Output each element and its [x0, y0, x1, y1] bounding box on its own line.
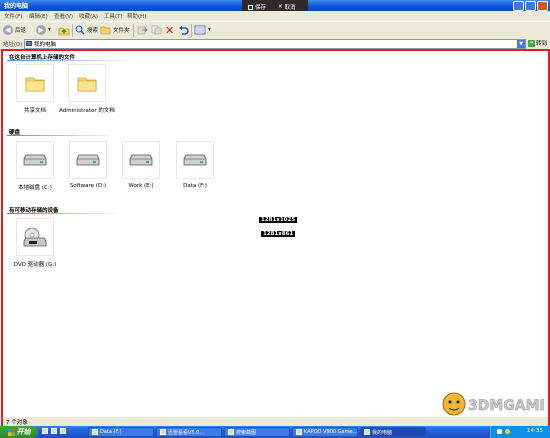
save-icon: [248, 4, 253, 10]
3dmgame-watermark-logo: 3DMGAME: [442, 392, 544, 416]
address-value: 我的电脑: [34, 42, 57, 48]
folder-icon: [77, 77, 97, 91]
clock[interactable]: 14:35: [527, 428, 543, 434]
menu-view[interactable]: 查看(V): [54, 12, 73, 20]
tray-volume-icon[interactable]: [505, 429, 510, 434]
go-button[interactable]: ➜ 转到: [528, 39, 547, 47]
search-icon: [75, 25, 85, 35]
folders-icon: [100, 26, 111, 35]
hard-drive-icon: [23, 154, 47, 166]
forward-arrow-icon: ▶: [36, 25, 46, 35]
show-desktop-icon[interactable]: [51, 428, 57, 434]
taskbar-item-data-f[interactable]: Data (F:): [88, 427, 154, 437]
system-tray: 14:35: [490, 426, 550, 438]
back-button[interactable]: ◀ 后退: [3, 24, 26, 36]
menu-bar: 文件(F) 编辑(E) 查看(V) 收藏(A) 工具(T) 帮助(H): [0, 11, 550, 21]
address-input[interactable]: 我的电脑 ▼: [24, 39, 526, 49]
window-title: 我的电脑: [4, 3, 29, 10]
go-arrow-icon: ➜: [528, 39, 535, 47]
menu-file[interactable]: 文件(F): [4, 12, 22, 20]
my-computer-small-icon: [364, 429, 370, 435]
folders-button[interactable]: 文件夹: [100, 24, 130, 36]
tray-network-icon[interactable]: [497, 429, 502, 434]
move-to-button[interactable]: [137, 24, 148, 36]
dvd-drive-icon: [23, 227, 47, 247]
quick-launch: [42, 428, 66, 434]
taskbar: 开始 Data (F:) 迅雷看看V5.0... 搜索截图 KAPOO V900…: [0, 426, 550, 438]
hard-drive-icon: [183, 154, 207, 166]
capture-save-button[interactable]: 保存: [248, 3, 266, 11]
window-controls: [513, 1, 548, 11]
section-divider: [7, 60, 137, 61]
address-dropdown-icon[interactable]: ▼: [517, 40, 525, 48]
dropdown-arrow-icon: ▾: [208, 27, 211, 33]
menu-edit[interactable]: 编辑(E): [29, 12, 48, 20]
drive-item-dvd[interactable]: DVD 驱动器 (G:): [14, 218, 56, 268]
search-button[interactable]: 搜索: [75, 24, 98, 36]
windows-logo-icon: [7, 428, 15, 436]
hard-drive-icon: [76, 154, 100, 166]
toolbar: ◀ 后退 ▶ ▾ 搜索 文件夹 ✕ ▾: [0, 21, 550, 39]
taskbar-item-kapoo[interactable]: KAPOO V900 Game...: [292, 427, 358, 437]
close-button[interactable]: [537, 1, 548, 11]
ie-icon[interactable]: [42, 428, 48, 434]
minimize-button[interactable]: [513, 1, 524, 11]
svg-text:3DMGAME: 3DMGAME: [468, 398, 544, 414]
delete-button[interactable]: ✕: [165, 23, 175, 37]
app-small-icon: [296, 429, 302, 435]
address-label: 地址(D): [3, 42, 23, 48]
undo-button[interactable]: [178, 24, 189, 36]
views-icon: [194, 25, 206, 35]
copy-to-icon: [151, 25, 162, 35]
folder-item-administrator-documents[interactable]: Administrator 的文档: [59, 64, 115, 114]
toolbar-separator: [72, 24, 73, 37]
up-folder-button[interactable]: [58, 24, 70, 36]
hard-drive-icon: [129, 154, 153, 166]
resolution-label: 1281x1025: [259, 217, 298, 223]
taskbar-item-my-computer[interactable]: 我的电脑: [360, 427, 426, 437]
menu-favorites[interactable]: 收藏(A): [79, 12, 98, 20]
close-icon: ✕: [278, 4, 283, 10]
my-computer-small-icon: [26, 41, 32, 46]
resolution-label: 1281x861: [261, 231, 296, 237]
app-small-icon: [160, 429, 166, 435]
file-view: 在这台计算机上存储的文件 共享文档 Administrator 的文档 硬盘 本…: [1, 49, 550, 421]
folder-small-icon: [92, 429, 98, 435]
taskbar-item-xunlei[interactable]: 迅雷看看V5.0...: [156, 427, 222, 437]
capture-cancel-button[interactable]: ✕ 取消: [278, 3, 296, 11]
views-button[interactable]: ▾: [194, 24, 211, 36]
toolbar-separator: [133, 24, 134, 37]
drive-item-f[interactable]: Data (F:): [175, 141, 215, 189]
dropdown-arrow-icon: ▾: [48, 27, 51, 33]
up-folder-icon: [58, 27, 70, 35]
drive-item-e[interactable]: Work (E:): [121, 141, 161, 189]
menu-help[interactable]: 帮助(H): [127, 12, 146, 20]
media-player-icon[interactable]: [60, 428, 66, 434]
back-arrow-icon: ◀: [3, 25, 13, 35]
drive-item-d[interactable]: Software (D:): [68, 141, 108, 189]
folder-icon: [25, 77, 45, 91]
taskbar-item-search-screenshot[interactable]: 搜索截图: [224, 427, 290, 437]
toolbar-separator: [191, 24, 192, 37]
maximize-button[interactable]: [525, 1, 536, 11]
move-to-icon: [137, 26, 148, 35]
start-button[interactable]: 开始: [0, 426, 38, 438]
undo-icon: [179, 26, 189, 35]
status-text: 7 个对象: [6, 420, 28, 426]
delete-x-icon: ✕: [165, 23, 175, 37]
section-divider: [7, 213, 122, 214]
section-divider: [7, 135, 117, 136]
menu-tools[interactable]: 工具(T): [104, 12, 123, 20]
app-small-icon: [228, 429, 234, 435]
forward-button[interactable]: ▶ ▾: [36, 24, 51, 36]
copy-to-button[interactable]: [151, 24, 162, 36]
